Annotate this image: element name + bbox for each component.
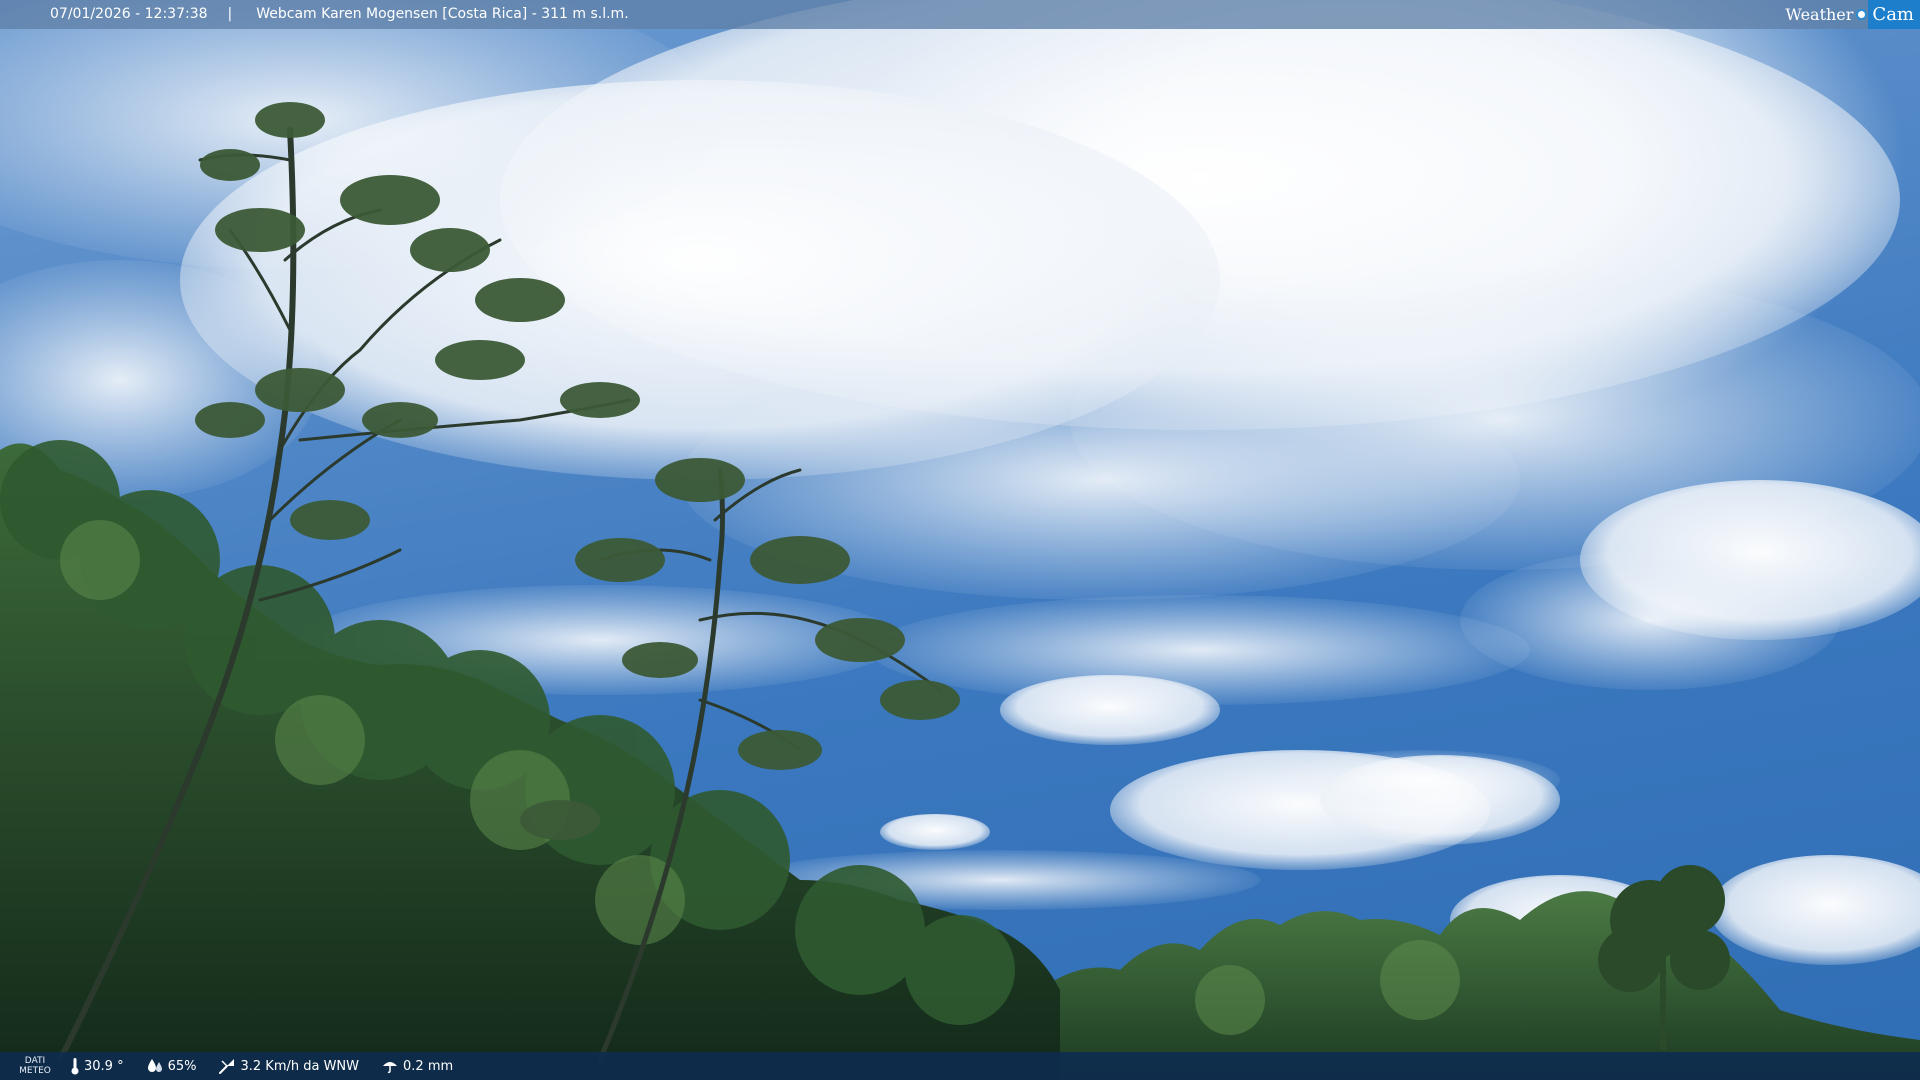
dati-label-line1: DATI xyxy=(24,1056,46,1066)
rain-icon xyxy=(383,1062,398,1074)
webcam-frame: 07/01/2026 - 12:37:38 | Webcam Karen Mog… xyxy=(0,0,1920,1080)
rain-value: 0.2 mm xyxy=(403,1058,454,1074)
logo-weather-text: Weather xyxy=(1785,5,1854,24)
datetime-label: 07/01/2026 - 12:37:38 xyxy=(50,6,208,22)
dati-meteo-label[interactable]: DATI METEO xyxy=(0,1056,70,1076)
wind-reading: 3.2 Km/h da WNW xyxy=(218,1057,359,1075)
webcam-title: Webcam Karen Mogensen [Costa Rica] - 311… xyxy=(256,6,629,22)
droplet-icon xyxy=(147,1059,162,1072)
landscape-scene xyxy=(0,0,1920,1080)
weather-data-bar: DATI METEO 30.9 ° 65% 3.2 Km/h da WNW 0.… xyxy=(0,1052,1920,1080)
temperature-reading: 30.9 ° xyxy=(70,1057,124,1075)
temperature-value: 30.9 ° xyxy=(84,1058,124,1074)
thermometer-icon xyxy=(71,1058,79,1075)
humidity-value: 65% xyxy=(167,1058,197,1074)
top-info-bar: 07/01/2026 - 12:37:38 | Webcam Karen Mog… xyxy=(0,0,1920,29)
logo-cam-text: Cam xyxy=(1868,0,1920,29)
separator: | xyxy=(227,6,233,22)
weathercam-logo[interactable]: Weather Cam xyxy=(1785,0,1920,29)
logo-dot-icon xyxy=(1856,9,1868,20)
rain-reading: 0.2 mm xyxy=(381,1058,453,1074)
wind-icon xyxy=(219,1059,235,1074)
dati-label-line2: METEO xyxy=(19,1066,51,1076)
humidity-reading: 65% xyxy=(146,1058,197,1074)
wind-value: 3.2 Km/h da WNW xyxy=(240,1058,360,1074)
